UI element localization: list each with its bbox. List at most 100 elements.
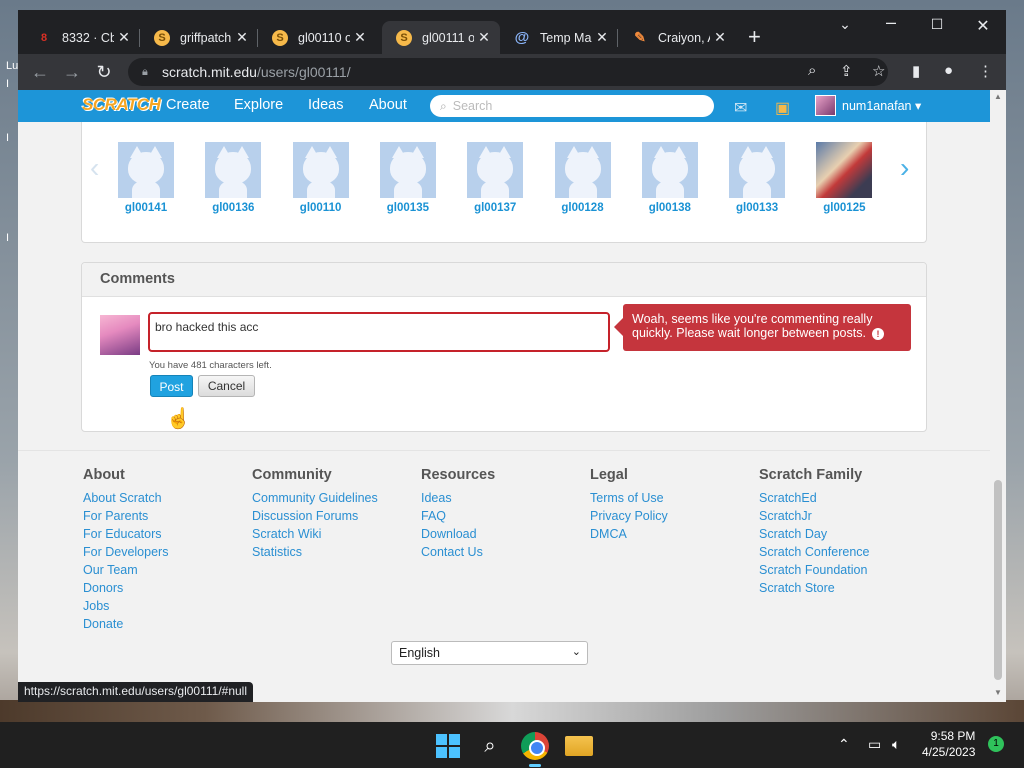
profile-icon[interactable]: ● [944,62,953,79]
footer-link[interactable]: Scratch Day [759,527,869,545]
user-name-link[interactable]: gl00135 [373,202,443,214]
language-select[interactable]: English ⌄ [391,641,588,665]
footer-link[interactable]: Community Guidelines [252,491,378,509]
tab-5[interactable]: @ Temp Mai ✕ [500,21,618,54]
footer-link[interactable]: Scratch Wiki [252,527,378,545]
followed-user[interactable]: gl00128 [548,142,618,214]
nav-explore[interactable]: Explore [234,97,283,113]
followed-user[interactable]: gl00125 [809,142,879,214]
user-name-link[interactable]: gl00133 [722,202,792,214]
minimize-button[interactable]: – [868,12,914,33]
footer-link[interactable]: Scratch Store [759,581,869,599]
followed-user[interactable]: gl00141 [111,142,181,214]
user-name-link[interactable]: gl00136 [198,202,268,214]
chevron-up-icon[interactable]: ⌃ [838,736,850,753]
footer-link[interactable]: For Developers [83,545,168,563]
user-name-link[interactable]: gl00138 [635,202,705,214]
username-menu[interactable]: num1anafan ▾ [842,98,921,113]
tab-3[interactable]: S gl00110 o ✕ [258,21,376,54]
clock[interactable]: 9:58 PM 4/25/2023 [922,728,975,760]
notification-badge[interactable]: 1 [988,736,1004,752]
user-avatar[interactable] [641,142,698,198]
address-bar[interactable]: 🔒︎ scratch.mit.edu/users/gl00111/ [128,58,888,86]
close-icon[interactable]: ✕ [592,29,612,46]
footer-link[interactable]: Donors [83,581,168,599]
user-name-link[interactable]: gl00125 [809,202,879,214]
network-icon[interactable]: ▭ [868,736,881,753]
user-avatar[interactable] [554,142,611,198]
footer-link[interactable]: Download [421,527,495,545]
footer-link[interactable]: ScratchEd [759,491,869,509]
nav-about[interactable]: About [369,97,407,113]
followed-user[interactable]: gl00137 [460,142,530,214]
close-icon[interactable]: ✕ [114,29,134,46]
user-avatar[interactable] [467,142,524,198]
followed-user[interactable]: gl00135 [373,142,443,214]
close-icon[interactable]: ✕ [232,29,252,46]
user-name-link[interactable]: gl00128 [548,202,618,214]
close-window-button[interactable]: ✕ [960,16,1006,36]
tab-2[interactable]: S griffpatch ✕ [140,21,258,54]
menu-kebab-icon[interactable]: ⋮ [978,62,993,80]
user-avatar[interactable] [205,142,262,198]
scroll-up-icon[interactable]: ▲ [994,92,1002,101]
footer-link[interactable]: Ideas [421,491,495,509]
messages-icon[interactable]: ✉ [734,98,747,118]
followed-user[interactable]: gl00133 [722,142,792,214]
carousel-prev-icon[interactable]: ‹ [90,152,99,184]
vertical-scrollbar[interactable]: ▲ ▼ [990,90,1006,702]
user-name-link[interactable]: gl00110 [286,202,356,214]
footer-link[interactable]: FAQ [421,509,495,527]
post-button[interactable]: Post [150,375,193,397]
maximize-button[interactable]: ☐ [914,16,960,33]
file-explorer-icon[interactable] [565,736,593,756]
user-name-link[interactable]: gl00137 [460,202,530,214]
comment-textarea[interactable]: bro hacked this acc [148,312,610,352]
footer-link[interactable]: Scratch Conference [759,545,869,563]
my-stuff-icon[interactable]: ▣ [775,98,790,118]
user-name-link[interactable]: gl00141 [111,202,181,214]
footer-link[interactable]: Terms of Use [590,491,668,509]
footer-link[interactable]: Donate [83,617,168,635]
share-icon[interactable]: ⇪ [840,62,853,80]
tab-4-active[interactable]: S gl00111 o ✕ [382,21,500,54]
reload-button[interactable]: ↻ [92,60,116,84]
new-tab-button[interactable]: + [748,24,761,50]
zoom-icon[interactable]: ⌕ [808,62,816,79]
footer-link[interactable]: About Scratch [83,491,168,509]
followed-user[interactable]: gl00136 [198,142,268,214]
footer-link[interactable]: Privacy Policy [590,509,668,527]
forward-button[interactable]: → [60,60,84,84]
footer-link[interactable]: ScratchJr [759,509,869,527]
footer-link[interactable]: Contact Us [421,545,495,563]
user-avatar[interactable] [118,142,174,198]
search-icon[interactable]: ⌕ [476,732,504,760]
volume-icon[interactable]: 🔈︎ [892,736,900,753]
user-avatar[interactable] [292,142,349,198]
footer-link[interactable]: Statistics [252,545,378,563]
user-avatar[interactable] [379,142,436,198]
bookmark-star-icon[interactable]: ☆ [872,62,885,80]
cancel-button[interactable]: Cancel [198,375,255,397]
user-avatar[interactable] [816,142,873,198]
search-input[interactable]: ⌕ Search [430,95,714,117]
start-icon[interactable] [434,732,462,760]
followed-user[interactable]: gl00110 [286,142,356,214]
side-panel-icon[interactable]: ▮ [912,62,920,80]
close-icon[interactable]: ✕ [710,29,730,46]
back-button[interactable]: ← [28,60,52,84]
close-icon[interactable]: ✕ [350,29,370,46]
footer-link[interactable]: Discussion Forums [252,509,378,527]
scroll-down-icon[interactable]: ▼ [994,688,1002,697]
tab-6[interactable]: ✎ Craiyon, A ✕ [618,21,736,54]
followed-user[interactable]: gl00138 [635,142,705,214]
nav-create[interactable]: Create [166,97,210,113]
footer-link[interactable]: For Parents [83,509,168,527]
avatar[interactable] [815,95,836,116]
footer-link[interactable]: Our Team [83,563,168,581]
nav-ideas[interactable]: Ideas [308,97,343,113]
scrollbar-thumb[interactable] [994,480,1002,680]
footer-link[interactable]: Scratch Foundation [759,563,869,581]
scratch-logo[interactable]: SCRATCH [82,95,161,117]
tab-search-button[interactable]: ⌄ [822,16,868,33]
